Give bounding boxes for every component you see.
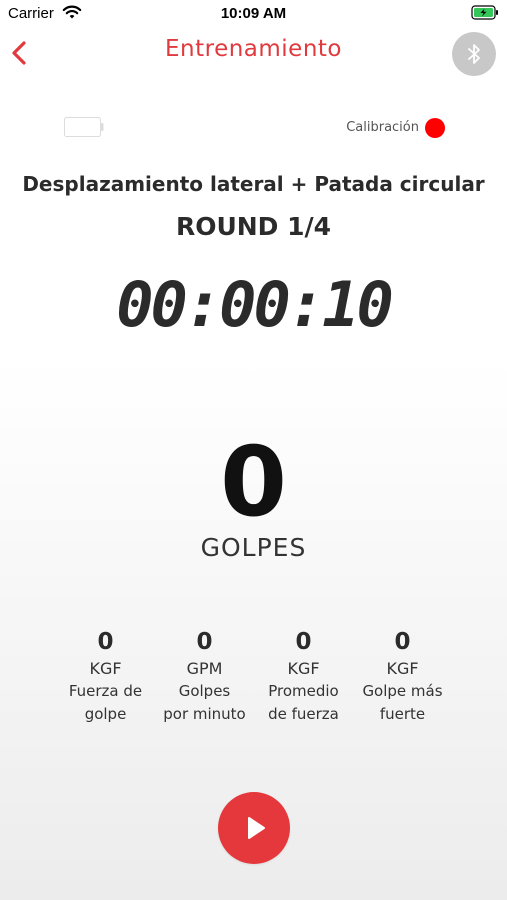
stat-description: golpe (84, 705, 127, 723)
stat-unit: KGF (89, 659, 122, 678)
stat-description: Promedio (268, 682, 339, 700)
stat-punch-force: 0 KGF Fuerza de golpe (56, 628, 155, 726)
stat-value: 0 (295, 629, 312, 655)
stat-unit: KGF (386, 659, 419, 678)
calibration-status-indicator (425, 118, 445, 138)
stat-unit: GPM (186, 659, 223, 678)
stat-description: de fuerza (268, 705, 339, 723)
stat-description: fuerte (379, 705, 426, 723)
play-icon (248, 817, 265, 839)
stat-value: 0 (196, 629, 213, 655)
calibration-label: Calibración (346, 120, 419, 135)
status-bar: Carrier 10:09 AM (0, 0, 507, 28)
stat-unit: KGF (287, 659, 320, 678)
stats-row: 0 KGF Fuerza de golpe 0 GPM Golpes por m… (56, 628, 452, 738)
battery-charging-icon (471, 5, 498, 20)
stat-value: 0 (97, 629, 114, 655)
stat-value: 0 (394, 629, 411, 655)
stat-average-force: 0 KGF Promedio de fuerza (254, 628, 353, 726)
stat-description: por minuto (163, 705, 246, 723)
navigation-bar: Entrenamiento (0, 28, 507, 78)
stat-description: Fuerza de (68, 682, 143, 700)
hits-label: GOLPES (200, 533, 307, 562)
bluetooth-icon (468, 44, 480, 64)
round-label: ROUND 1/4 (175, 212, 332, 241)
page-title: Entrenamiento (164, 36, 342, 62)
bluetooth-button[interactable] (452, 32, 496, 76)
stat-description: Golpes (178, 682, 231, 700)
hits-count: 0 (220, 426, 287, 538)
stat-punches-per-minute: 0 GPM Golpes por minuto (155, 628, 254, 726)
stat-strongest-punch: 0 KGF Golpe más fuerte (353, 628, 452, 726)
sensor-battery-icon (64, 117, 104, 137)
play-button[interactable] (218, 792, 290, 864)
exercise-title: Desplazamiento lateral + Patada circular (22, 172, 485, 196)
clock: 10:09 AM (220, 5, 287, 22)
timer-display: 00:00:10 (116, 268, 394, 341)
stat-description: Golpe más (362, 682, 443, 700)
